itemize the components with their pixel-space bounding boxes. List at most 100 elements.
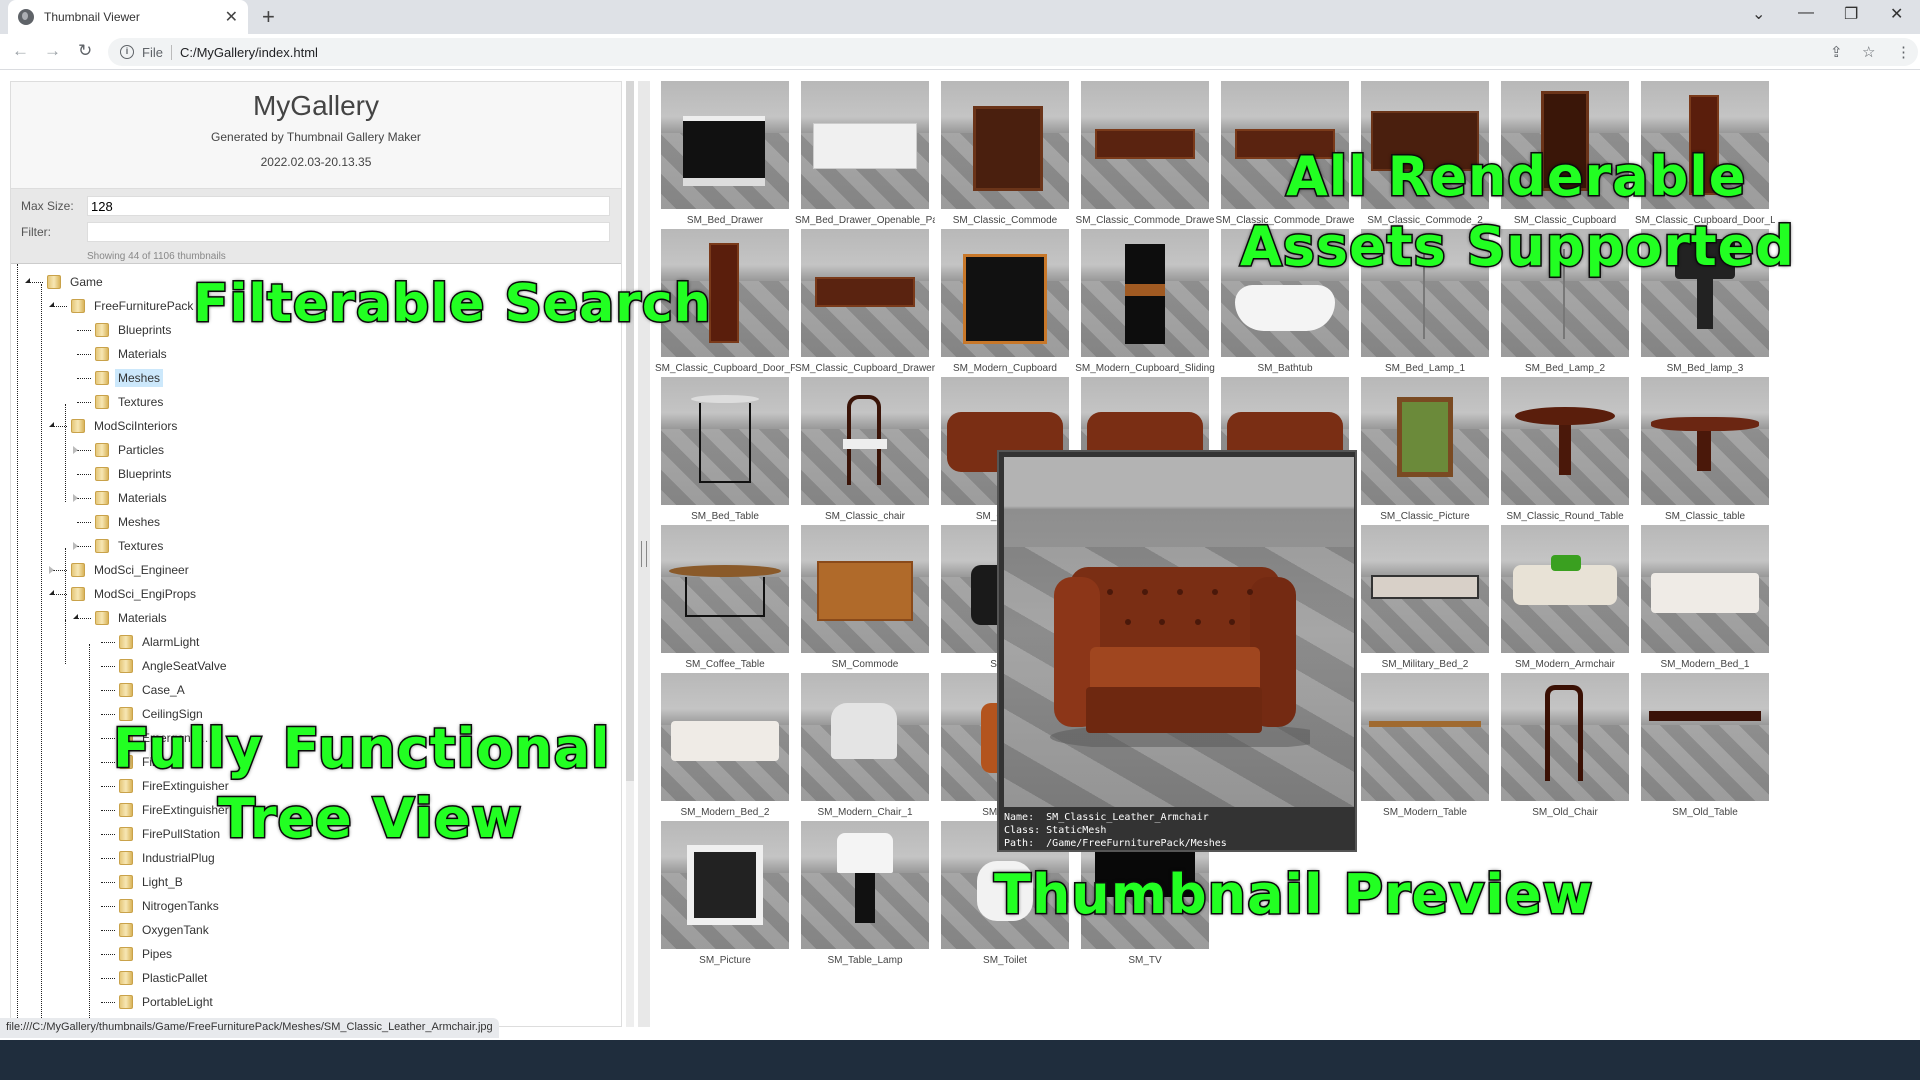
collapse-toggle-icon[interactable]: [73, 614, 78, 619]
thumbnail-item[interactable]: SM_Classic_Cupboard_Drawer: [795, 229, 935, 374]
expand-toggle-icon[interactable]: [73, 494, 78, 502]
tree-node[interactable]: FireExtinguisher: [119, 800, 232, 820]
thumbnail-item[interactable]: SM_Table_Lamp: [801, 821, 929, 966]
folder-icon: [95, 443, 109, 457]
tree-node[interactable]: Emergenc…: [119, 728, 212, 748]
thumbnail-item[interactable]: SM_Old_Chair: [1501, 673, 1629, 818]
expand-toggle-icon[interactable]: [73, 542, 78, 550]
thumbnail-item[interactable]: SM_Modern_Bed_2: [661, 673, 789, 818]
thumbnail-item[interactable]: SM_Bed_lamp_3: [1641, 229, 1769, 374]
sidebar-scrollbar[interactable]: [626, 81, 634, 1027]
collapse-toggle-icon[interactable]: [49, 590, 54, 595]
thumbnail-image: [1501, 229, 1629, 357]
tree-node[interactable]: Materials: [95, 608, 170, 628]
tree-node[interactable]: Meshes: [95, 512, 163, 532]
thumbnail-item[interactable]: SM_Bed_Drawer_Openable_Pa: [795, 81, 935, 226]
tree-node[interactable]: FirePullStation: [119, 824, 223, 844]
forward-button[interactable]: →: [44, 41, 61, 61]
tree-node[interactable]: Game: [47, 272, 106, 292]
tree-node[interactable]: Case_A: [119, 680, 188, 700]
new-tab-button[interactable]: +: [262, 4, 275, 30]
browser-tab[interactable]: Thumbnail Viewer ✕: [8, 0, 248, 34]
reload-button[interactable]: ↻: [78, 41, 92, 61]
tree-node[interactable]: IndustrialPlug: [119, 848, 218, 868]
tree-node[interactable]: Materials: [95, 344, 170, 364]
back-button[interactable]: ←: [12, 41, 29, 61]
tree-guide-line: [65, 404, 66, 502]
tree-node[interactable]: OxygenTank: [119, 920, 212, 940]
tree-node[interactable]: CeilingSign: [119, 704, 206, 724]
tree-node[interactable]: NitrogenTanks: [119, 896, 222, 916]
thumbnail-item[interactable]: SM_Military_Bed_2: [1361, 525, 1489, 670]
thumbnail-item[interactable]: SM_Modern_Table: [1361, 673, 1489, 818]
armchair-image: [1050, 567, 1310, 747]
thumbnail-item[interactable]: SM_Modern_Chair_1: [801, 673, 929, 818]
thumbnail-item[interactable]: SM_Bed_Lamp_1: [1361, 229, 1489, 374]
minimize-button[interactable]: —: [1798, 4, 1814, 22]
collapse-toggle-icon[interactable]: [49, 302, 54, 307]
thumbnail-item[interactable]: SM_Picture: [661, 821, 789, 966]
tree-node[interactable]: FreeFurniturePack: [71, 296, 196, 316]
panel-splitter[interactable]: [638, 81, 650, 1027]
info-icon[interactable]: i: [120, 45, 134, 59]
thumbnail-item[interactable]: SM_Classic_Picture: [1361, 377, 1489, 522]
share-icon[interactable]: ⇪: [1830, 43, 1843, 61]
tree-node[interactable]: FireExtinguisher: [119, 776, 232, 796]
tree-node[interactable]: Blueprints: [95, 320, 174, 340]
expand-toggle-icon[interactable]: [49, 566, 54, 574]
thumbnail-item[interactable]: SM_Classic_chair: [801, 377, 929, 522]
filter-controls: Max Size: Filter: Showing 44 of 1106 thu…: [11, 189, 621, 264]
tree-node[interactable]: Pipes: [119, 944, 175, 964]
thumbnail-item[interactable]: SM_Bed_Drawer: [661, 81, 789, 226]
tree-node[interactable]: Fire…: [119, 752, 178, 772]
close-window-button[interactable]: ✕: [1890, 4, 1903, 24]
thumbnail-caption: SM_Table_Lamp: [827, 955, 903, 966]
thumbnail-item[interactable]: SM_Classic_Cupboard_Door_F: [655, 229, 795, 374]
thumbnail-item[interactable]: SM_Bed_Table: [661, 377, 789, 522]
filter-input[interactable]: [87, 222, 610, 242]
thumbnail-item[interactable]: SM_Old_Table: [1641, 673, 1769, 818]
menu-kebab-icon[interactable]: ⋮: [1896, 43, 1911, 61]
tree-connector: [101, 666, 115, 667]
thumbnail-item[interactable]: SM_Classic_Cupboard: [1501, 81, 1629, 226]
close-tab-icon[interactable]: ✕: [225, 7, 238, 27]
tree-node[interactable]: Textures: [95, 392, 166, 412]
tree-node[interactable]: ModSci_EngiProps: [71, 584, 199, 604]
restore-button[interactable]: ❐: [1844, 4, 1858, 24]
thumbnail-item[interactable]: SM_Classic_Commode_Drawe: [1216, 81, 1354, 226]
tree-node[interactable]: Textures: [95, 536, 166, 556]
thumbnail-item[interactable]: SM_Bed_Lamp_2: [1501, 229, 1629, 374]
tree-node[interactable]: ModSciInteriors: [71, 416, 180, 436]
tree-node[interactable]: Materials: [95, 488, 170, 508]
thumbnail-item[interactable]: SM_Classic_Commode: [941, 81, 1069, 226]
thumbnail-item[interactable]: SM_Classic_Commode_2: [1361, 81, 1489, 226]
tab-search-icon[interactable]: ⌄: [1752, 4, 1765, 24]
tree-node[interactable]: Blueprints: [95, 464, 174, 484]
tree-node[interactable]: AlarmLight: [119, 632, 202, 652]
thumbnail-item[interactable]: SM_Modern_Bed_1: [1641, 525, 1769, 670]
tree-node[interactable]: Light_B: [119, 872, 186, 892]
thumbnail-item[interactable]: SM_Classic_Cupboard_Door_L: [1635, 81, 1775, 226]
thumbnail-item[interactable]: SM_Commode: [801, 525, 929, 670]
thumbnail-item[interactable]: SM_Coffee_Table: [661, 525, 789, 670]
thumbnail-item[interactable]: SM_Classic_Commode_Drawe: [1076, 81, 1214, 226]
tree-node[interactable]: PlasticPallet: [119, 968, 210, 988]
expand-toggle-icon[interactable]: [73, 446, 78, 454]
tree-node[interactable]: ModSci_Engineer: [71, 560, 192, 580]
thumbnail-item[interactable]: SM_Bathtub: [1221, 229, 1349, 374]
thumbnail-item[interactable]: SM_Modern_Cupboard_Sliding: [1075, 229, 1215, 374]
max-size-input[interactable]: [87, 196, 610, 216]
tree-node[interactable]: Particles: [95, 440, 167, 460]
tree-node[interactable]: Meshes: [95, 368, 164, 388]
tree-node[interactable]: AngleSeatValve: [119, 656, 230, 676]
bookmark-star-icon[interactable]: ☆: [1862, 43, 1875, 61]
address-bar[interactable]: i File C:/MyGallery/index.html: [108, 38, 1918, 66]
thumbnail-item[interactable]: SM_Modern_Cupboard: [941, 229, 1069, 374]
collapse-toggle-icon[interactable]: [49, 422, 54, 427]
thumbnail-item[interactable]: SM_Modern_Armchair: [1501, 525, 1629, 670]
tree-node[interactable]: PortableLight: [119, 992, 216, 1012]
thumbnail-item[interactable]: SM_Classic_Round_Table: [1501, 377, 1629, 522]
collapse-toggle-icon[interactable]: [25, 278, 30, 283]
thumbnail-item[interactable]: SM_Classic_table: [1641, 377, 1769, 522]
sidebar-scroll-thumb[interactable]: [626, 81, 634, 781]
